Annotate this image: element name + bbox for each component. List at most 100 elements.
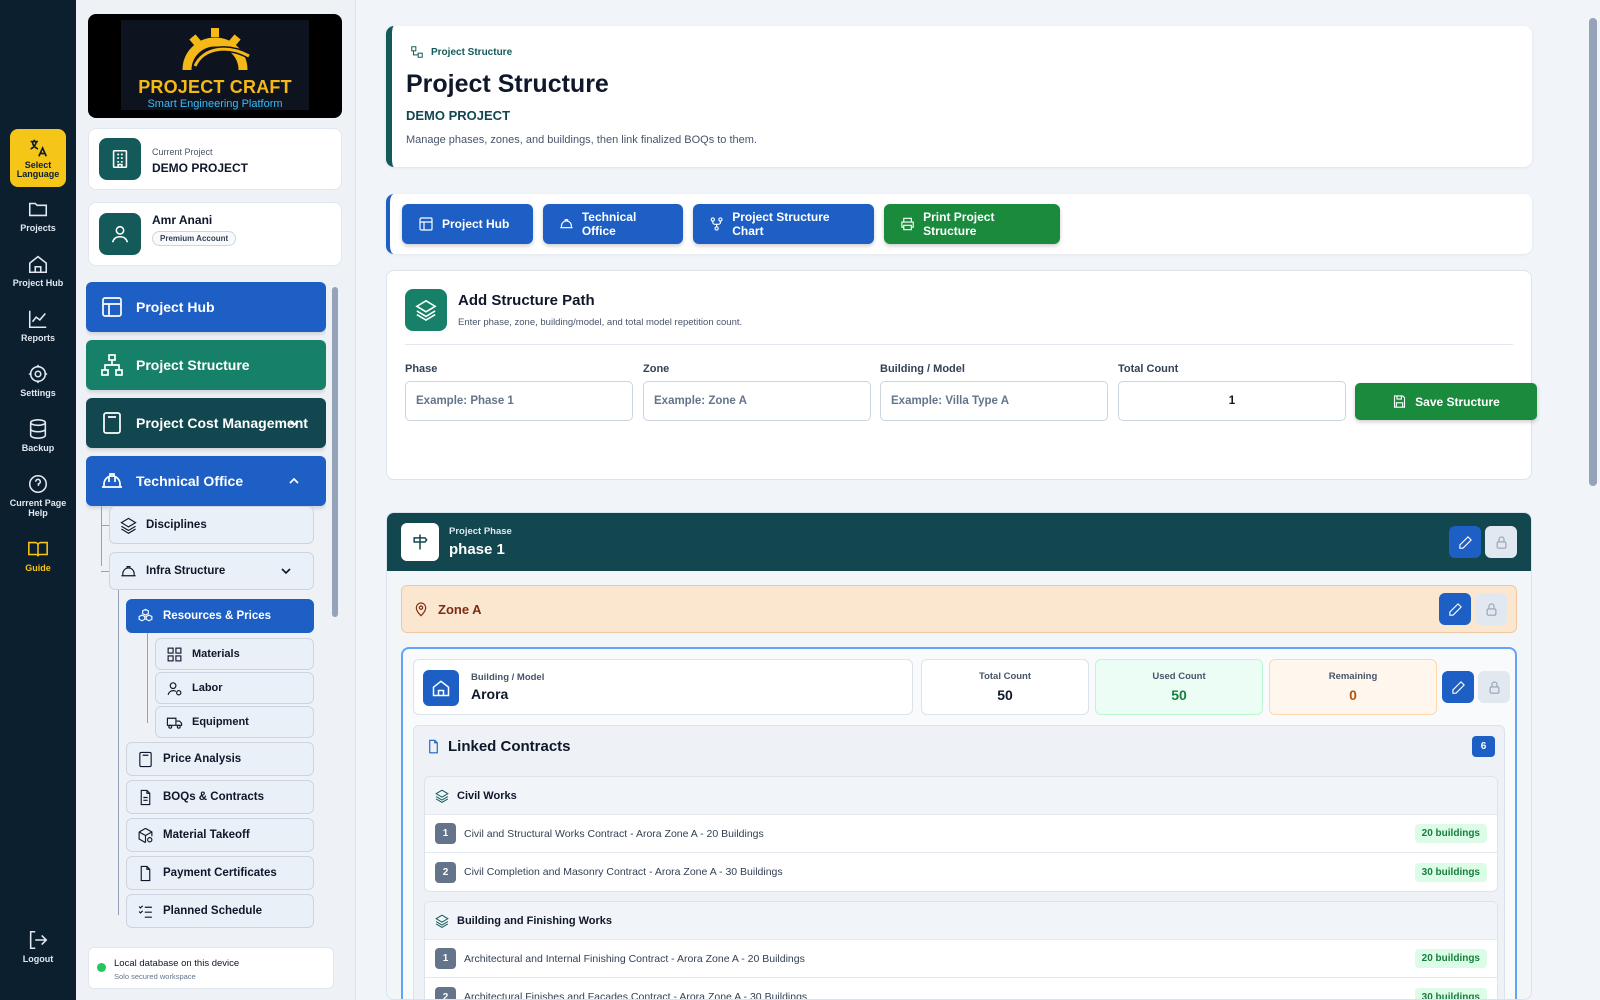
total-count-input[interactable] [1118,381,1346,421]
database-icon [29,419,47,439]
edit-zone-button[interactable] [1439,593,1471,625]
nav-materials[interactable]: Materials [155,638,314,670]
phase-input[interactable] [405,381,633,421]
contract-row[interactable]: 2 Architectural Finishes and Facades Con… [425,978,1497,999]
nav-disciplines[interactable]: Disciplines [109,506,314,544]
list-checks-icon [138,904,152,918]
tree-line [101,571,109,572]
rail-project-hub[interactable]: Project Hub [0,253,76,288]
logo-subtitle: Smart Engineering Platform [147,98,283,110]
linked-contracts-title: Linked Contracts [448,738,571,755]
nav-price-analysis[interactable]: Price Analysis [126,742,314,776]
chevron-down-icon [289,420,299,427]
structure-chart-button[interactable]: Project Structure Chart [693,204,874,244]
technical-office-button[interactable]: Technical Office [543,204,683,244]
home-icon [423,670,459,706]
lock-building-button[interactable] [1478,671,1510,703]
nav-infra-structure[interactable]: Infra Structure [109,552,314,590]
total-count-stat: Total Count 50 [921,659,1089,715]
edit-building-button[interactable] [1442,671,1474,703]
building-count-badge: 30 buildings [1414,987,1487,999]
rail-projects[interactable]: Projects [0,198,76,233]
db-status-text: Local database on this device [114,958,240,969]
hard-hat-icon [560,219,573,229]
zone-label: Zone [643,363,670,375]
nav-project-structure[interactable]: Project Structure [86,340,326,390]
pencil-icon [1451,680,1465,694]
nav-equipment[interactable]: Equipment [155,706,314,738]
gear-logo-icon [182,28,251,71]
current-project-card[interactable]: Current Project DEMO PROJECT [88,128,342,190]
sidebar-scrollbar[interactable] [332,287,338,617]
rail-help[interactable]: Current Page Help [0,473,76,518]
nav-payment-certificates[interactable]: Payment Certificates [126,856,314,890]
save-structure-button[interactable]: Save Structure [1355,383,1537,420]
chevron-down-icon [281,568,291,575]
map-pin-icon [415,602,427,617]
phase-name: phase 1 [449,541,505,558]
project-hub-button[interactable]: Project Hub [402,204,533,244]
hard-hat-icon [102,473,122,488]
page-title: Project Structure [406,70,609,98]
select-language-button[interactable]: Select Language [10,129,66,187]
nav-planned-schedule[interactable]: Planned Schedule [126,894,314,928]
layers-icon [120,517,137,534]
lock-zone-button[interactable] [1475,593,1507,625]
nav-cost-management[interactable]: Project Cost Management [86,398,326,448]
user-icon [99,213,141,255]
nav-labor[interactable]: Labor [155,672,314,704]
building-input[interactable] [880,381,1108,421]
chevron-up-icon [289,477,299,484]
cubes-icon [138,608,153,621]
page-scrollbar[interactable] [1589,18,1597,486]
nav-project-hub[interactable]: Project Hub [86,282,326,332]
rail-backup[interactable]: Backup [0,418,76,453]
edit-phase-button[interactable] [1449,526,1481,558]
phase-header: Project Phase phase 1 [387,513,1531,571]
rail-guide[interactable]: Guide [0,538,76,573]
print-structure-button[interactable]: Print Project Structure [884,204,1060,244]
contract-row[interactable]: 2 Civil Completion and Masonry Contract … [425,853,1497,891]
zone-input[interactable] [643,381,871,421]
building-label: Building / Model [471,672,545,683]
page-header: Project Structure Project Structure DEMO… [386,26,1532,167]
contract-row[interactable]: 1 Architectural and Internal Finishing C… [425,940,1497,978]
action-toolbar: Project Hub Technical Office Project Str… [386,194,1532,254]
tree-line [101,525,109,526]
user-card[interactable]: Amr Anani Premium Account [88,202,342,266]
zone-row: Zone A [401,585,1517,633]
divider [405,344,1513,345]
calculator-icon [103,412,121,434]
sidebar: PROJECT CRAFT Smart Engineering Platform… [76,0,356,1000]
group-header: Building and Finishing Works [425,902,1497,940]
phase-label: Phase [405,363,438,375]
building-info: Building / Model Arora [413,659,913,715]
gear-icon [28,364,48,384]
lock-phase-button[interactable] [1485,526,1517,558]
layers-icon [435,789,449,803]
help-circle-icon [28,474,48,494]
contract-row[interactable]: 1 Civil and Structural Works Contract - … [425,815,1497,853]
nav-material-takeoff[interactable]: Material Takeoff [126,818,314,852]
count-label: Total Count [1118,363,1179,375]
main-content: Project Structure Project Structure DEMO… [356,0,1584,1000]
logout-icon [29,930,48,950]
account-badge: Premium Account [152,231,237,246]
page-description: Manage phases, zones, and buildings, the… [406,134,757,146]
current-project-label: Current Project [152,147,213,157]
building-label: Building / Model [880,363,965,375]
building-icon [99,138,141,180]
nav-resources-prices[interactable]: Resources & Prices [126,599,314,633]
nav-boqs-contracts[interactable]: BOQs & Contracts [126,780,314,814]
nav-technical-office[interactable]: Technical Office [86,456,326,506]
translate-icon [30,139,48,157]
rail-settings[interactable]: Settings [0,363,76,398]
tree-line [101,506,102,566]
rail-logout[interactable]: Logout [0,929,76,964]
add-structure-form: Add Structure Path Enter phase, zone, bu… [386,270,1537,480]
breadcrumb: Project Structure [431,47,513,58]
database-status: Local database on this device Solo secur… [88,947,334,989]
rail-reports[interactable]: Reports [0,308,76,343]
current-project-name: DEMO PROJECT [152,161,249,175]
form-title: Add Structure Path [458,292,595,309]
